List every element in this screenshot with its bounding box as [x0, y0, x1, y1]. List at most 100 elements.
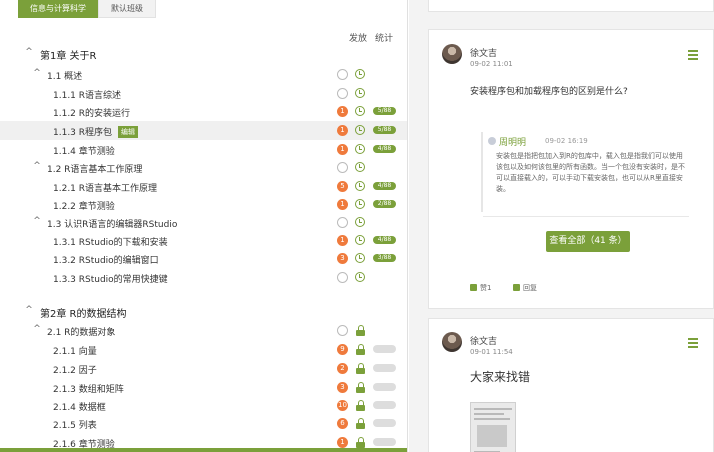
lock-icon[interactable]: [356, 382, 365, 393]
completion-pill[interactable]: [373, 419, 396, 427]
view-all-button[interactable]: 查看全部（41 条）: [546, 231, 630, 252]
lesson-row[interactable]: 2.1.3 数组和矩阵 3: [0, 378, 407, 397]
task-count-badge[interactable]: 1: [337, 106, 348, 117]
publish-status-circle[interactable]: [337, 69, 348, 80]
lesson-row[interactable]: 2.1.1 向量 9: [0, 340, 407, 359]
lesson-row[interactable]: 1.2.2 章节测验 1 2/88: [0, 195, 407, 214]
row-text: 1.3.1 RStudio的下载和安装: [53, 235, 168, 248]
author-name[interactable]: 徐文吉: [470, 46, 497, 59]
section-row[interactable]: ^ 1.1 概述: [0, 65, 407, 84]
publish-status-circle[interactable]: [337, 162, 348, 173]
completion-pill[interactable]: [373, 364, 396, 372]
clock-icon[interactable]: [355, 181, 365, 191]
clock-icon[interactable]: [355, 162, 365, 172]
lock-icon[interactable]: [356, 344, 365, 355]
lock-icon[interactable]: [356, 437, 365, 448]
task-count-badge[interactable]: 1: [337, 125, 348, 136]
clock-icon[interactable]: [355, 125, 365, 135]
lock-icon[interactable]: [356, 325, 365, 336]
menu-icon[interactable]: [688, 338, 698, 350]
lesson-row[interactable]: 1.3.2 RStudio的编辑窗口 3 3/88: [0, 249, 407, 268]
collapse-arrow-icon[interactable]: ^: [24, 47, 34, 57]
completion-pill[interactable]: 4/88: [373, 145, 396, 153]
completion-pill[interactable]: 5/88: [373, 107, 396, 115]
completion-pill[interactable]: 4/88: [373, 236, 396, 244]
lesson-row[interactable]: 1.1.3 R程序包 编辑 1 5/88: [0, 121, 407, 140]
clock-icon[interactable]: [355, 272, 365, 282]
task-count-badge[interactable]: 3: [337, 382, 348, 393]
reply-avatar: [488, 137, 496, 145]
clock-icon[interactable]: [355, 69, 365, 79]
row-text: 1.1.3 R程序包 编辑: [53, 125, 139, 138]
collapse-arrow-icon[interactable]: ^: [32, 68, 42, 78]
lesson-row[interactable]: 2.1.4 数据框 10: [0, 396, 407, 415]
collapse-arrow-icon[interactable]: ^: [32, 324, 42, 334]
task-count-badge[interactable]: 10: [337, 400, 348, 411]
clock-icon[interactable]: [355, 235, 365, 245]
collapse-arrow-icon[interactable]: ^: [32, 161, 42, 171]
lesson-row[interactable]: 1.1.4 章节测验 1 4/88: [0, 140, 407, 159]
lesson-row[interactable]: 1.1.2 R的安装运行 1 5/88: [0, 102, 407, 121]
lesson-row[interactable]: 1.3.1 RStudio的下载和安装 1 4/88: [0, 231, 407, 250]
completion-pill[interactable]: 3/88: [373, 254, 396, 262]
task-count-badge[interactable]: 6: [337, 418, 348, 429]
chapter-row[interactable]: ^ 第2章 R的数据结构: [0, 302, 407, 321]
lesson-row[interactable]: 1.1.1 R语言综述: [0, 84, 407, 103]
tab-default-class[interactable]: 默认班级: [98, 0, 156, 18]
lock-icon[interactable]: [356, 418, 365, 429]
publish-status-circle[interactable]: [337, 88, 348, 99]
completion-pill[interactable]: 4/88: [373, 182, 396, 190]
author-name[interactable]: 徐文吉: [470, 334, 497, 347]
clock-icon[interactable]: [355, 106, 365, 116]
row-text: 1.1.1 R语言综述: [53, 88, 121, 101]
section-row[interactable]: ^ 1.3 认识R语言的编辑器RStudio: [0, 213, 407, 232]
discussion-card: 徐文吉 09-02 11:01 安装程序包和加载程序包的区别是什么? 周明明 0…: [428, 29, 714, 309]
row-text: 2.1 R的数据对象: [47, 325, 115, 338]
task-count-badge[interactable]: 1: [337, 144, 348, 155]
task-count-badge[interactable]: 9: [337, 344, 348, 355]
row-text: 第1章 关于R: [40, 47, 97, 62]
bottom-accent-bar: [0, 448, 407, 452]
clock-icon[interactable]: [355, 88, 365, 98]
like-label: 赞1: [480, 284, 492, 292]
publish-status-circle[interactable]: [337, 217, 348, 228]
task-count-badge[interactable]: 3: [337, 253, 348, 264]
avatar[interactable]: [442, 44, 462, 64]
lesson-row[interactable]: 2.1.5 列表 6: [0, 414, 407, 433]
lesson-row[interactable]: 1.2.1 R语言基本工作原理 5 4/88: [0, 177, 407, 196]
task-count-badge[interactable]: 1: [337, 437, 348, 448]
post-image-thumbnail[interactable]: [470, 402, 516, 452]
completion-pill[interactable]: [373, 438, 396, 446]
task-count-badge[interactable]: 1: [337, 199, 348, 210]
completion-pill[interactable]: 2/88: [373, 200, 396, 208]
completion-pill[interactable]: 5/88: [373, 126, 396, 134]
reply-button[interactable]: 回复: [513, 283, 537, 293]
completion-pill[interactable]: [373, 401, 396, 409]
clock-icon[interactable]: [355, 199, 365, 209]
tab-info-science[interactable]: 信息与计算科学: [18, 0, 98, 18]
section-row[interactable]: ^ 1.2 R语言基本工作原理: [0, 158, 407, 177]
publish-status-circle[interactable]: [337, 272, 348, 283]
collapse-arrow-icon[interactable]: ^: [24, 305, 34, 315]
lesson-row[interactable]: 1.3.3 RStudio的常用快捷键: [0, 268, 407, 287]
menu-icon[interactable]: [688, 50, 698, 62]
reply-author[interactable]: 周明明: [499, 135, 526, 148]
completion-pill[interactable]: [373, 383, 396, 391]
collapse-arrow-icon[interactable]: ^: [32, 216, 42, 226]
edit-button[interactable]: 编辑: [118, 126, 139, 138]
task-count-badge[interactable]: 2: [337, 363, 348, 374]
section-row[interactable]: ^ 2.1 R的数据对象: [0, 321, 407, 340]
chapter-row[interactable]: ^ 第1章 关于R: [0, 44, 407, 63]
lock-icon[interactable]: [356, 400, 365, 411]
lesson-row[interactable]: 2.1.2 因子 2: [0, 359, 407, 378]
lock-icon[interactable]: [356, 363, 365, 374]
completion-pill[interactable]: [373, 345, 396, 353]
publish-status-circle[interactable]: [337, 325, 348, 336]
clock-icon[interactable]: [355, 144, 365, 154]
clock-icon[interactable]: [355, 217, 365, 227]
clock-icon[interactable]: [355, 253, 365, 263]
like-button[interactable]: 赞1: [470, 283, 491, 293]
task-count-badge[interactable]: 5: [337, 181, 348, 192]
task-count-badge[interactable]: 1: [337, 235, 348, 246]
avatar[interactable]: [442, 332, 462, 352]
